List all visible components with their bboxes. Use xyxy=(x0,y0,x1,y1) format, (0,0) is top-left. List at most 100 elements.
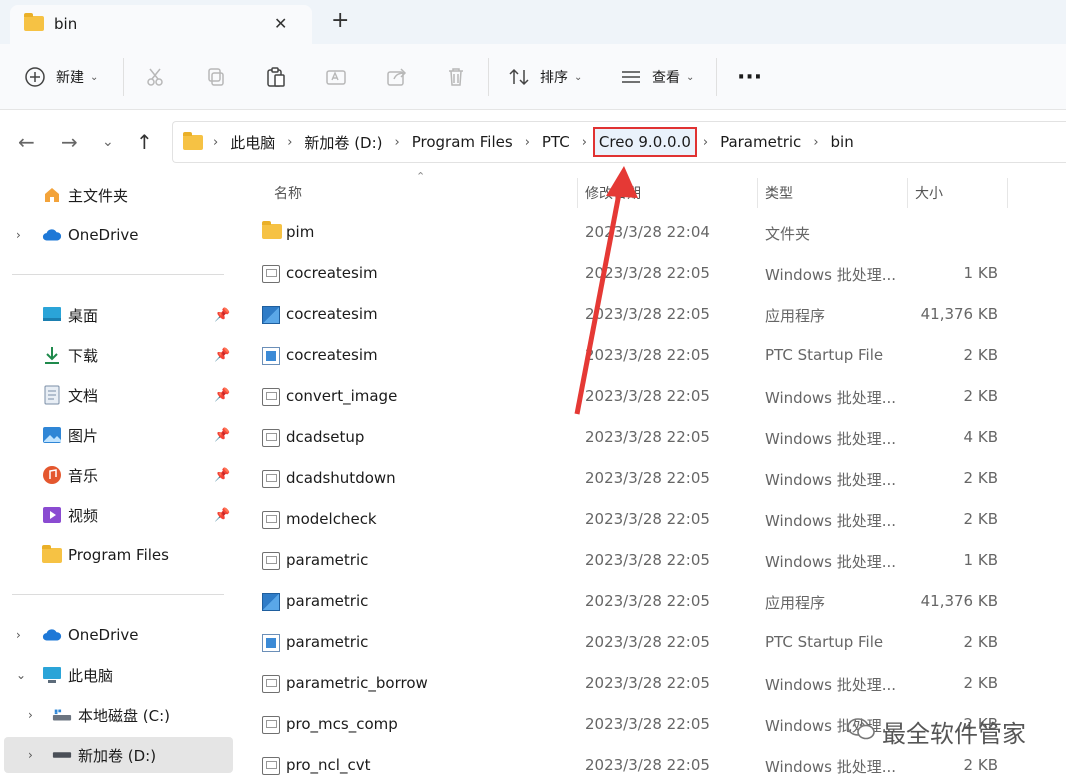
table-row[interactable]: pim 2023/3/28 22:04 文件夹 xyxy=(252,213,1052,254)
sidebar-item-label: OneDrive xyxy=(68,626,139,644)
copy-button[interactable] xyxy=(206,44,226,110)
chevron-right-icon[interactable]: › xyxy=(28,708,33,722)
chevron-down-icon[interactable]: ⌄ xyxy=(16,668,26,682)
back-arrow-icon[interactable]: ← xyxy=(18,130,35,154)
pin-icon[interactable]: 📌 xyxy=(214,508,230,523)
chevron-right-icon[interactable]: › xyxy=(16,628,21,642)
breadcrumb: › 此电脑 › 新加卷 (D:) › Program Files › PTC ›… xyxy=(183,122,860,162)
sidebar-item-music[interactable]: 音乐 📌 xyxy=(0,457,232,493)
sidebar-item-home[interactable]: 主文件夹 xyxy=(0,177,232,213)
up-arrow-icon[interactable]: ↑ xyxy=(136,130,153,154)
column-divider[interactable] xyxy=(577,178,578,208)
file-name: dcadshutdown xyxy=(286,469,396,487)
batch-file-icon xyxy=(262,511,280,529)
table-row[interactable]: parametric 2023/3/28 22:05 PTC Startup Fil… xyxy=(252,623,1052,664)
file-date: 2023/3/28 22:05 xyxy=(585,633,710,651)
breadcrumb-program-files[interactable]: Program Files xyxy=(406,133,519,151)
batch-file-icon xyxy=(262,388,280,406)
more-button[interactable]: ··· xyxy=(737,44,762,110)
file-size: 1 KB xyxy=(963,264,998,282)
divider xyxy=(12,594,224,595)
file-name: cocreatesim xyxy=(286,346,378,364)
new-button[interactable]: 新建 ⌄ xyxy=(24,44,98,110)
sidebar-item-program-files[interactable]: Program Files xyxy=(0,537,232,573)
tab-bin[interactable]: bin ✕ xyxy=(10,5,312,44)
rename-button[interactable] xyxy=(325,44,347,110)
sidebar-item-label: 桌面 xyxy=(68,306,99,325)
chevron-down-icon: ⌄ xyxy=(686,71,695,83)
address-bar[interactable]: › 此电脑 › 新加卷 (D:) › Program Files › PTC ›… xyxy=(172,121,1066,163)
breadcrumb-parametric[interactable]: Parametric xyxy=(714,133,807,151)
sort-button[interactable]: 排序 ⌄ xyxy=(508,44,582,110)
table-row[interactable]: cocreatesim 2023/3/28 22:05 应用程序 41,376 KB xyxy=(252,295,1052,336)
file-size: 2 KB xyxy=(963,346,998,364)
table-row[interactable]: dcadsetup 2023/3/28 22:05 Windows 批处理... 4 … xyxy=(252,418,1052,459)
breadcrumb-bin[interactable]: bin xyxy=(825,133,860,151)
sidebar-item-documents[interactable]: 文档 📌 xyxy=(0,377,232,413)
column-size[interactable]: 大小 xyxy=(915,183,943,203)
breadcrumb-this-pc[interactable]: 此电脑 xyxy=(224,132,281,153)
chevron-right-icon[interactable]: › xyxy=(16,228,21,242)
column-type[interactable]: 类型 xyxy=(765,183,793,203)
file-size: 2 KB xyxy=(963,633,998,651)
new-tab-button[interactable]: + xyxy=(331,8,349,33)
file-name: convert_image xyxy=(286,387,398,405)
sidebar-item-onedrive[interactable]: › OneDrive xyxy=(0,217,232,253)
column-divider[interactable] xyxy=(1007,178,1008,208)
table-row[interactable]: dcadshutdown 2023/3/28 22:05 Windows 批处理..… xyxy=(252,459,1052,500)
column-name[interactable]: 名称 xyxy=(274,183,302,203)
column-header: ⌃ 名称 修改日期 类型 大小 xyxy=(236,170,1066,210)
sidebar-item-drive-d[interactable]: › 新加卷 (D:) xyxy=(4,737,233,773)
sidebar-item-pictures[interactable]: 图片 📌 xyxy=(0,417,232,453)
table-row[interactable]: parametric 2023/3/28 22:05 应用程序 41,376 KB xyxy=(252,582,1052,623)
delete-button[interactable] xyxy=(445,44,467,110)
cut-button[interactable] xyxy=(145,44,165,110)
view-button[interactable]: 查看 ⌄ xyxy=(620,44,694,110)
sidebar-item-videos[interactable]: 视频 📌 xyxy=(0,497,232,533)
table-row[interactable]: parametric_borrow 2023/3/28 22:05 Windows … xyxy=(252,664,1052,705)
file-name: parametric xyxy=(286,551,369,569)
table-row[interactable]: modelcheck 2023/3/28 22:05 Windows 批处理... 2… xyxy=(252,500,1052,541)
table-row[interactable]: parametric 2023/3/28 22:05 Windows 批处理... 1… xyxy=(252,541,1052,582)
sidebar-item-this-pc[interactable]: ⌄ 此电脑 xyxy=(0,657,232,693)
pin-icon[interactable]: 📌 xyxy=(214,308,230,323)
plus-circle-icon xyxy=(25,67,45,87)
table-row[interactable]: pro_ncl_cvt 2023/3/28 22:05 Windows 批处理...… xyxy=(252,746,1052,776)
sort-icon xyxy=(509,68,529,86)
chevron-right-icon[interactable]: › xyxy=(28,748,33,762)
breadcrumb-drive-d[interactable]: 新加卷 (D:) xyxy=(298,132,388,153)
file-date: 2023/3/28 22:05 xyxy=(585,428,710,446)
pin-icon[interactable]: 📌 xyxy=(214,428,230,443)
table-row[interactable]: cocreatesim 2023/3/28 22:05 Windows 批处理...… xyxy=(252,254,1052,295)
forward-arrow-icon[interactable]: → xyxy=(61,130,78,154)
chevron-right-icon: › xyxy=(394,134,400,150)
breadcrumb-creo[interactable]: Creo 9.0.0.0 xyxy=(592,127,697,157)
file-type: 应用程序 xyxy=(765,594,826,612)
sidebar-item-downloads[interactable]: 下载 📌 xyxy=(0,337,232,373)
sidebar-item-label: 音乐 xyxy=(68,466,99,485)
folder-icon xyxy=(262,221,282,242)
pin-icon[interactable]: 📌 xyxy=(214,388,230,403)
pictures-icon xyxy=(42,425,62,445)
share-button[interactable] xyxy=(386,44,408,110)
close-icon[interactable]: ✕ xyxy=(274,14,287,33)
chevron-down-icon[interactable]: ⌄ xyxy=(102,134,114,150)
breadcrumb-ptc[interactable]: PTC xyxy=(536,133,576,151)
pin-icon[interactable]: 📌 xyxy=(214,468,230,483)
sidebar-item-label: 此电脑 xyxy=(68,666,114,685)
column-divider[interactable] xyxy=(907,178,908,208)
sidebar-item-label: 图片 xyxy=(68,426,99,445)
file-size: 2 KB xyxy=(963,756,998,774)
sidebar-item-onedrive-2[interactable]: › OneDrive xyxy=(0,617,232,653)
sidebar-item-desktop[interactable]: 桌面 📌 xyxy=(0,297,232,333)
table-row[interactable]: convert_image 2023/3/28 22:05 Windows 批处理.… xyxy=(252,377,1052,418)
sort-up-icon: ⌃ xyxy=(416,170,426,183)
column-date[interactable]: 修改日期 xyxy=(585,183,641,203)
sidebar-item-drive-c[interactable]: › 本地磁盘 (C:) xyxy=(0,697,232,733)
file-size: 41,376 KB xyxy=(920,305,998,323)
paste-button[interactable] xyxy=(265,44,287,110)
column-divider[interactable] xyxy=(757,178,758,208)
table-row[interactable]: cocreatesim 2023/3/28 22:05 PTC Startup Fi… xyxy=(252,336,1052,377)
file-date: 2023/3/28 22:05 xyxy=(585,674,710,692)
pin-icon[interactable]: 📌 xyxy=(214,348,230,363)
